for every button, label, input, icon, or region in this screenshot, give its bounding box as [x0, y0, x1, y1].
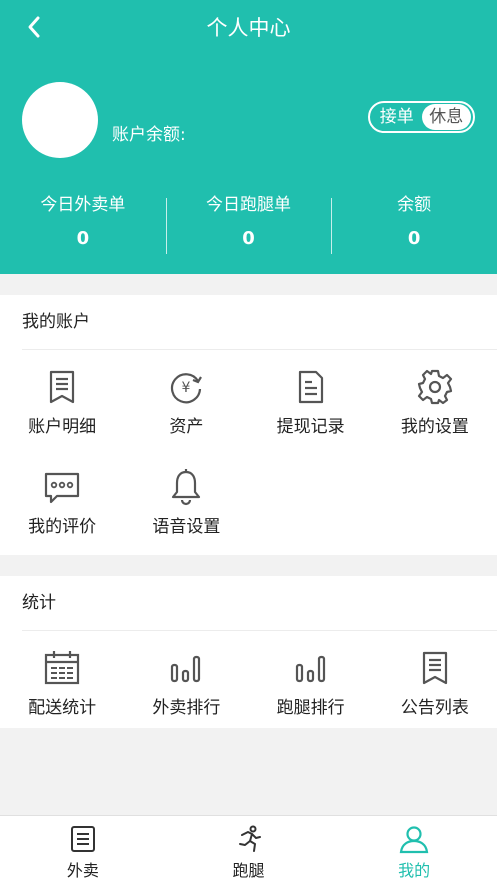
bar-chart-icon [171, 655, 201, 683]
grid-item-label: 配送统计 [28, 698, 97, 718]
statistics-section: 统计 配送统计 外卖排行 跑腿排行 公告列表 [0, 576, 497, 728]
grid-item-label: 公告列表 [400, 698, 469, 718]
tab-label: 我的 [398, 861, 431, 880]
section-title-text: 统计 [22, 593, 56, 613]
account-details-button[interactable]: 账户明细 [0, 350, 124, 450]
calendar-icon [45, 651, 80, 685]
section-title-text: 我的账户 [22, 312, 90, 332]
list-icon [70, 826, 95, 852]
stat-label: 今日外卖单 [40, 195, 126, 215]
stats-row: 今日外卖单 0 今日跑腿单 0 余额 0 [0, 190, 497, 260]
grid-item-label: 跑腿排行 [276, 698, 345, 718]
tab-label: 外卖 [66, 861, 99, 880]
runner-icon [238, 825, 261, 852]
announcement-list-button[interactable]: 公告列表 [373, 631, 497, 731]
gear-icon [417, 369, 452, 405]
tab-errand[interactable]: 跑腿 [166, 816, 332, 883]
toggle-option-accept[interactable]: 接单 [372, 104, 422, 130]
grid-item-label: 我的设置 [400, 417, 469, 437]
bell-icon [172, 469, 201, 506]
bar-chart-icon [295, 655, 325, 683]
section-title: 统计 [22, 576, 497, 631]
account-grid: 账户明细 ¥ 资产 提现记录 我的设置 我的评价 语音设置 [0, 350, 497, 550]
yuan-refresh-icon: ¥ [171, 373, 203, 404]
work-status-toggle[interactable]: 接单 休息 [368, 101, 475, 133]
user-icon [399, 826, 429, 854]
stat-value: 0 [407, 228, 421, 249]
takeout-ranking-button[interactable]: 外卖排行 [124, 631, 248, 731]
account-section: 我的账户 账户明细 ¥ 资产 提现记录 我的设置 我的评价 语音设置 [0, 295, 497, 555]
grid-item-label: 资产 [169, 417, 204, 437]
tab-takeout[interactable]: 外卖 [0, 816, 166, 883]
voice-settings-button[interactable]: 语音设置 [124, 450, 248, 550]
section-title: 我的账户 [22, 295, 497, 350]
toggle-option-rest[interactable]: 休息 [421, 104, 471, 130]
grid-item-label: 提现记录 [276, 417, 345, 437]
statistics-grid: 配送统计 外卖排行 跑腿排行 公告列表 [0, 631, 497, 731]
stat-today-takeout: 今日外卖单 0 [0, 190, 166, 260]
balance-label: 账户余额: [112, 125, 186, 145]
chat-bubble-icon [45, 472, 80, 504]
grid-item-label: 外卖排行 [152, 698, 221, 718]
stat-value: 0 [242, 228, 255, 249]
stat-label: 余额 [397, 195, 432, 215]
withdraw-records-button[interactable]: 提现记录 [249, 350, 373, 450]
avatar[interactable] [22, 82, 98, 158]
document-icon [298, 370, 323, 404]
ledger-icon [50, 370, 75, 404]
profile-header: 个人中心 账户余额: 接单 休息 今日外卖单 0 今日跑腿单 0 余额 0 [0, 0, 497, 274]
grid-item-label: 我的评价 [28, 517, 97, 537]
tab-label: 跑腿 [232, 861, 265, 880]
stat-label: 今日跑腿单 [206, 195, 291, 215]
tab-mine[interactable]: 我的 [331, 816, 497, 883]
page-title: 个人中心 [206, 16, 291, 40]
stat-balance: 余额 0 [331, 190, 497, 260]
bookmark-list-icon [422, 651, 447, 685]
my-settings-button[interactable]: 我的设置 [373, 350, 497, 450]
my-reviews-button[interactable]: 我的评价 [0, 450, 124, 550]
grid-item-label: 语音设置 [152, 517, 221, 537]
bottom-tab-bar: 外卖 跑腿 我的 [0, 815, 497, 883]
grid-item-label: 账户明细 [28, 417, 97, 437]
errand-ranking-button[interactable]: 跑腿排行 [249, 631, 373, 731]
svg-text:¥: ¥ [182, 380, 191, 396]
stat-today-errand: 今日跑腿单 0 [165, 190, 332, 260]
delivery-stats-button[interactable]: 配送统计 [0, 631, 124, 731]
stat-value: 0 [76, 228, 90, 249]
assets-button[interactable]: ¥ 资产 [124, 350, 248, 450]
